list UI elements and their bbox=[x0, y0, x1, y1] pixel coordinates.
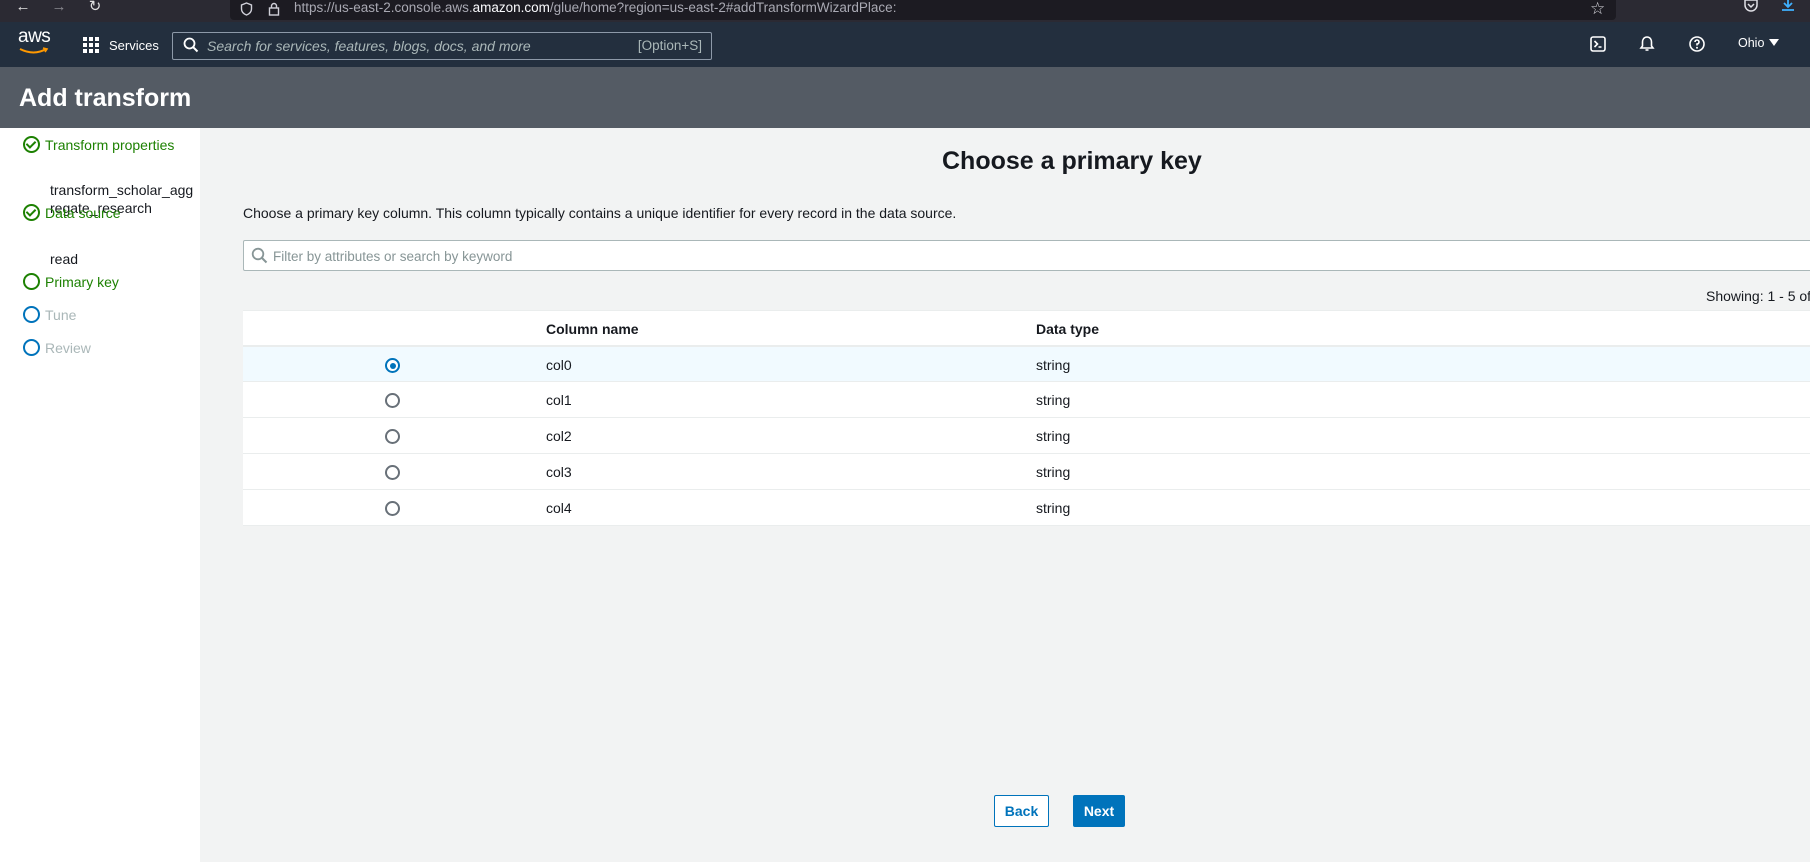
global-search[interactable]: [Option+S] bbox=[172, 32, 712, 60]
cell-data-type: string bbox=[1036, 357, 1071, 373]
search-shortcut-hint: [Option+S] bbox=[637, 38, 702, 53]
search-icon bbox=[183, 37, 199, 53]
bookmark-star-icon[interactable]: ☆ bbox=[1590, 0, 1605, 19]
aws-logo[interactable]: aws bbox=[18, 26, 52, 58]
cell-data-type: string bbox=[1036, 392, 1071, 408]
cell-data-type: string bbox=[1036, 500, 1071, 516]
step-review: Review bbox=[23, 339, 91, 356]
row-radio-button[interactable] bbox=[385, 465, 400, 480]
cell-column-name: col2 bbox=[546, 428, 572, 444]
column-header-name[interactable]: Column name bbox=[546, 321, 639, 337]
cell-column-name: col3 bbox=[546, 464, 572, 480]
aws-top-navigation: aws Services [Option+S] Ohio bbox=[0, 22, 1810, 67]
step-transform-properties[interactable]: Transform properties bbox=[23, 136, 174, 153]
step-summary-data-source: read bbox=[50, 251, 79, 267]
column-header-type[interactable]: Data type bbox=[1036, 321, 1099, 337]
check-circle-icon bbox=[23, 204, 40, 221]
cell-data-type: string bbox=[1036, 428, 1071, 444]
table-row[interactable]: col0 string bbox=[243, 346, 1810, 382]
back-button[interactable]: Back bbox=[994, 795, 1049, 827]
table-row[interactable]: col3 string bbox=[243, 454, 1810, 490]
url-text: https://us-east-2.console.aws.amazon.com… bbox=[294, 0, 897, 15]
step-label: Primary key bbox=[45, 273, 119, 290]
filter-bar[interactable] bbox=[243, 240, 1810, 271]
aws-logo-text: aws bbox=[18, 26, 51, 47]
row-radio-button[interactable] bbox=[385, 501, 400, 516]
caret-down-icon bbox=[1769, 39, 1780, 46]
pocket-icon[interactable] bbox=[1743, 0, 1759, 18]
row-radio-button[interactable] bbox=[385, 429, 400, 444]
help-icon[interactable] bbox=[1688, 35, 1708, 55]
back-arrow-icon[interactable]: ← bbox=[14, 0, 32, 16]
check-circle-icon bbox=[23, 136, 40, 153]
lock-icon[interactable] bbox=[268, 2, 280, 19]
step-primary-key[interactable]: Primary key bbox=[23, 273, 119, 290]
step-tune: Tune bbox=[23, 306, 76, 323]
forward-arrow-icon[interactable]: → bbox=[50, 0, 68, 16]
table-header: Column name Data type bbox=[243, 310, 1810, 346]
row-radio-button[interactable] bbox=[385, 393, 400, 408]
circle-icon bbox=[23, 306, 40, 323]
url-bar[interactable]: https://us-east-2.console.aws.amazon.com… bbox=[230, 0, 1616, 20]
page-title: Add transform bbox=[19, 84, 192, 112]
circle-icon bbox=[23, 273, 40, 290]
services-label: Services bbox=[109, 37, 159, 53]
section-title: Choose a primary key bbox=[942, 147, 1202, 175]
circle-icon bbox=[23, 339, 40, 356]
services-grid-icon bbox=[83, 37, 99, 53]
table-row[interactable]: col1 string bbox=[243, 382, 1810, 418]
search-icon bbox=[251, 247, 268, 264]
browser-toolbar: ← → ↻ https://us-east-2.console.aws.amaz… bbox=[0, 0, 1810, 22]
wizard-steps-sidebar: Transform properties transform_scholar_a… bbox=[0, 128, 200, 862]
step-label: Data source bbox=[45, 204, 121, 221]
filter-input[interactable] bbox=[273, 246, 1173, 266]
section-description: Choose a primary key column. This column… bbox=[243, 205, 957, 221]
region-selector[interactable]: Ohio bbox=[1738, 36, 1780, 50]
cell-column-name: col0 bbox=[546, 357, 572, 373]
region-label: Ohio bbox=[1738, 36, 1765, 50]
pagination-count: Showing: 1 - 5 of 5 bbox=[1706, 288, 1810, 304]
main-content: Choose a primary key Choose a primary ke… bbox=[200, 128, 1810, 862]
step-label: Review bbox=[45, 339, 91, 356]
step-data-source[interactable]: Data source bbox=[23, 204, 120, 221]
cell-data-type: string bbox=[1036, 464, 1071, 480]
shield-icon[interactable] bbox=[240, 2, 253, 19]
step-label: Tune bbox=[45, 306, 77, 323]
cloudshell-icon[interactable] bbox=[1589, 35, 1609, 55]
row-radio-button[interactable] bbox=[385, 358, 400, 373]
step-label: Transform properties bbox=[45, 136, 175, 153]
columns-table: Column name Data type col0 string col1 s… bbox=[243, 310, 1810, 526]
table-row[interactable]: col4 string bbox=[243, 490, 1810, 526]
download-icon[interactable] bbox=[1780, 0, 1796, 18]
cell-column-name: col1 bbox=[546, 392, 572, 408]
cell-column-name: col4 bbox=[546, 500, 572, 516]
reload-icon[interactable]: ↻ bbox=[86, 0, 104, 16]
next-button[interactable]: Next bbox=[1073, 795, 1125, 827]
table-row[interactable]: col2 string bbox=[243, 418, 1810, 454]
services-menu[interactable]: Services bbox=[83, 34, 159, 56]
page-header: Add transform bbox=[0, 67, 1810, 128]
search-input[interactable] bbox=[207, 36, 607, 56]
notifications-bell-icon[interactable] bbox=[1638, 35, 1658, 55]
aws-smile-icon bbox=[19, 47, 49, 54]
